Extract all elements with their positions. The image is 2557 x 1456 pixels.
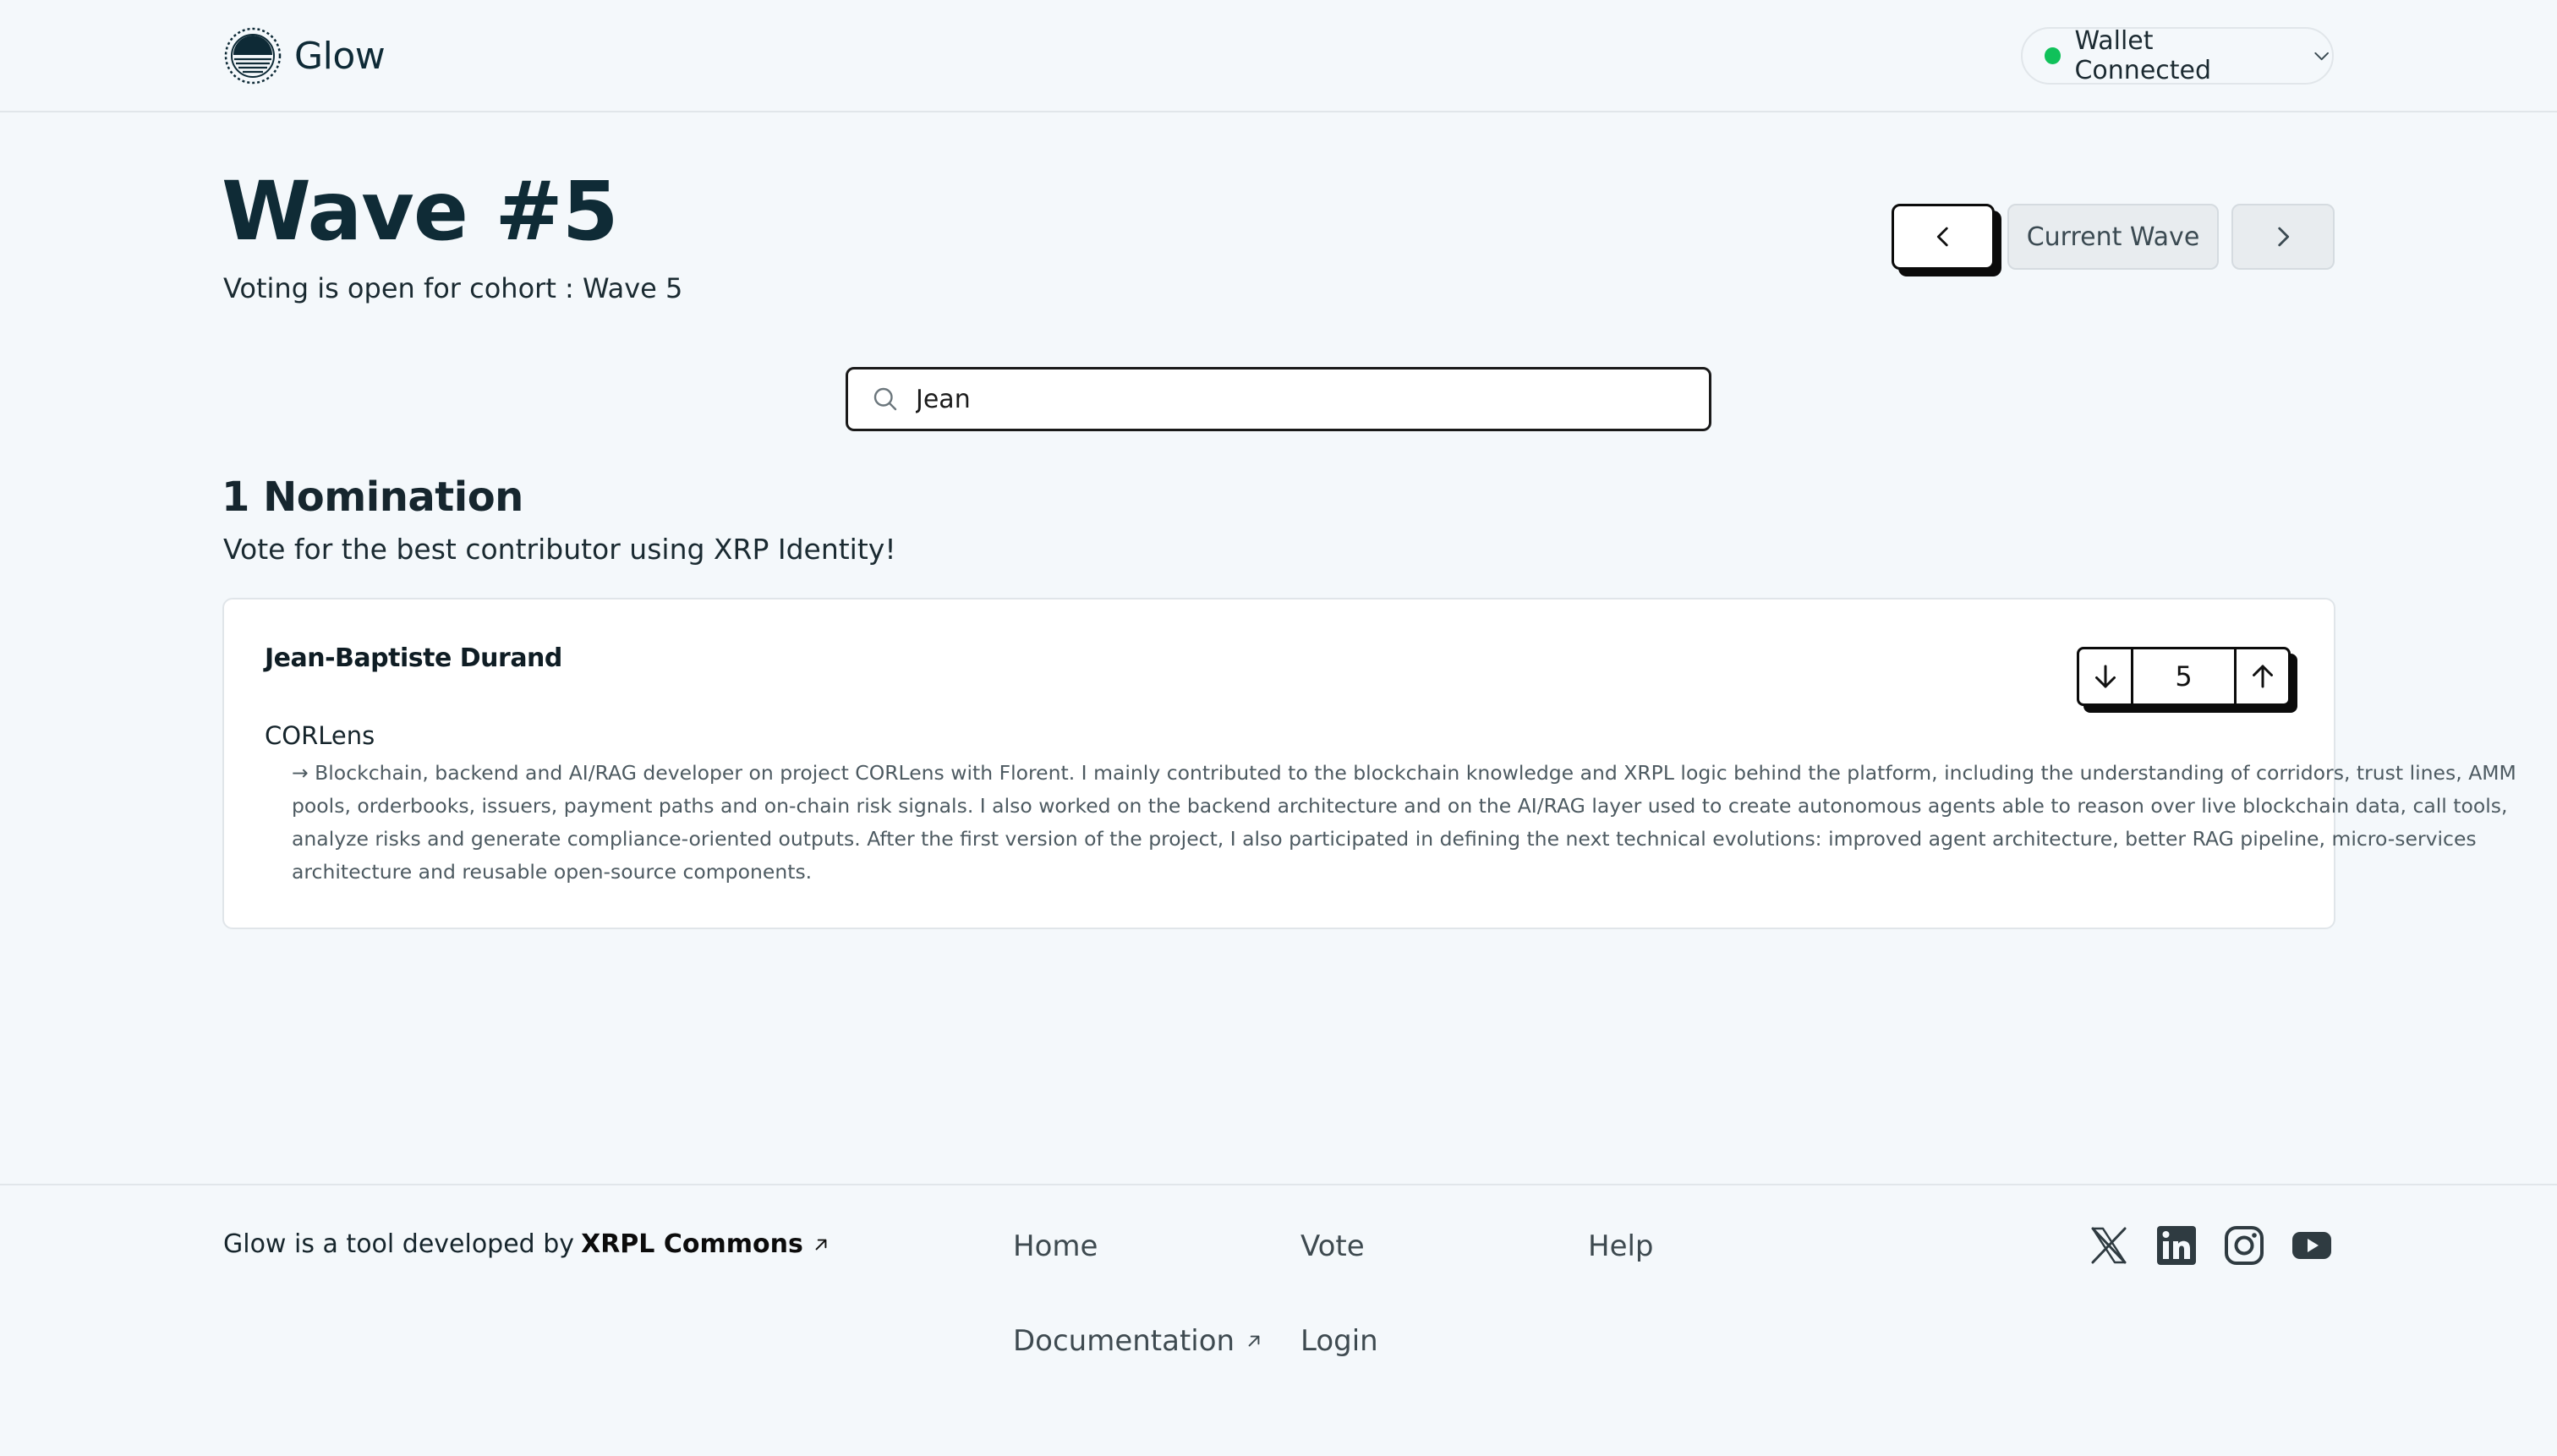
nomination-count: 1 Nomination — [222, 473, 523, 521]
chevron-down-icon — [2314, 52, 2329, 61]
vote-stepper: 5 — [2077, 647, 2291, 706]
current-wave-label: Current Wave — [2026, 222, 2200, 252]
wallet-label: Wallet Connected — [2074, 26, 2212, 85]
chevron-left-icon — [1936, 227, 1948, 247]
linkedin-icon[interactable] — [2155, 1224, 2198, 1267]
footer-credit: Glow is a tool developed by XRPL Commons — [223, 1229, 832, 1259]
search-icon — [873, 387, 897, 411]
documentation-label: Documentation — [1013, 1324, 1235, 1358]
footer-link-vote[interactable]: Vote — [1300, 1229, 1365, 1263]
vote-down-button[interactable] — [2079, 649, 2133, 703]
nomination-card: Jean-Baptiste Durand CORLens → Blockchai… — [222, 598, 2516, 929]
arrow-down-icon — [2094, 665, 2116, 688]
search-box — [846, 367, 1711, 431]
nomination-subtitle: Vote for the best contributor using XRP … — [223, 533, 896, 566]
footer: Glow is a tool developed by XRPL Commons… — [0, 1184, 2557, 1456]
xrpl-commons-link[interactable]: XRPL Commons — [581, 1229, 803, 1259]
youtube-icon[interactable] — [2291, 1224, 2333, 1267]
nominee-name: Jean-Baptiste Durand — [265, 643, 562, 673]
external-link-icon — [815, 1239, 827, 1250]
wallet-status-dot-icon — [2045, 47, 2061, 64]
search-input[interactable] — [916, 384, 1709, 414]
instagram-icon[interactable] — [2223, 1224, 2265, 1267]
top-header: Glow Wallet Connected — [0, 0, 2557, 112]
arrow-up-icon — [2252, 665, 2273, 688]
external-link-icon — [1248, 1335, 1260, 1347]
nominee-project: CORLens — [265, 721, 375, 750]
next-wave-button[interactable] — [2231, 204, 2335, 270]
footer-link-documentation[interactable]: Documentation — [1013, 1324, 1265, 1358]
x-icon[interactable] — [2088, 1224, 2130, 1267]
vote-up-button[interactable] — [2234, 649, 2288, 703]
footer-credit-prefix: Glow is a tool developed by — [223, 1229, 575, 1259]
current-wave-button[interactable]: Current Wave — [2007, 204, 2219, 270]
logo-text: Glow — [294, 34, 386, 78]
footer-link-help[interactable]: Help — [1588, 1229, 1654, 1263]
footer-link-home[interactable]: Home — [1013, 1229, 1098, 1263]
page-title: Wave #5 — [222, 164, 619, 259]
wallet-connected-button[interactable]: Wallet Connected — [2021, 26, 2334, 85]
footer-link-login[interactable]: Login — [1300, 1324, 1378, 1358]
vote-count: 5 — [2175, 660, 2193, 692]
page-subtitle: Voting is open for cohort : Wave 5 — [223, 272, 683, 304]
previous-wave-button[interactable] — [1892, 204, 1995, 270]
glow-sun-icon — [224, 27, 282, 85]
glow-logo[interactable]: Glow — [223, 27, 386, 85]
nominee-description: → Blockchain, backend and AI/RAG develop… — [292, 761, 2516, 884]
chevron-right-icon — [2278, 227, 2290, 247]
